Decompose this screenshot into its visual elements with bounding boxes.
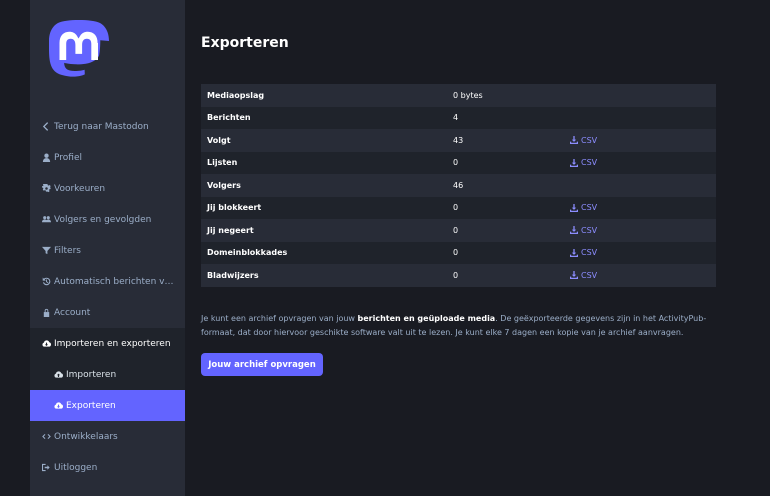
cloud-download-icon xyxy=(53,401,63,411)
sidebar-item-label: Uitloggen xyxy=(54,462,98,473)
sidebar-item-label: Importeren en exporteren xyxy=(54,338,171,349)
table-row: Volgers 46 xyxy=(201,174,716,197)
sidebar-item-label: Exporteren xyxy=(66,400,116,411)
sidebar-item-import[interactable]: Importeren xyxy=(30,359,185,390)
user-icon xyxy=(41,153,51,163)
row-value: 0 bytes xyxy=(453,90,483,100)
download-icon xyxy=(570,226,578,235)
sidebar-item-logout[interactable]: Uitloggen xyxy=(30,452,185,483)
table-row: Berichten 4 xyxy=(201,106,716,129)
row-label: Lijsten xyxy=(207,158,238,168)
row-label: Domeinblokkades xyxy=(207,248,288,258)
sidebar-item-preferences[interactable]: Voorkeuren xyxy=(30,173,185,204)
table-row: Lijsten 0 CSV xyxy=(201,151,716,174)
row-value: 0 xyxy=(453,270,459,280)
users-icon xyxy=(41,215,51,225)
sidebar-item-back[interactable]: Terug naar Mastodon xyxy=(30,111,185,142)
sidebar-item-label: Account xyxy=(54,307,91,318)
sidebar-item-label: Automatisch berichten verwijderen xyxy=(54,276,185,287)
lock-icon xyxy=(41,308,51,318)
download-icon xyxy=(570,158,578,167)
history-icon xyxy=(41,277,51,287)
csv-label: CSV xyxy=(581,135,598,145)
row-value: 0 xyxy=(453,248,459,258)
table-row: Mediaopslag 0 bytes xyxy=(201,84,716,107)
table-row: Domeinblokkades 0 CSV xyxy=(201,241,716,264)
cloud-upload-icon xyxy=(53,370,63,380)
row-label: Bladwijzers xyxy=(207,270,259,280)
info-text-pre: Je kunt een archief opvragen van jouw xyxy=(201,314,358,323)
csv-download-link[interactable]: CSV xyxy=(570,226,597,235)
sidebar-item-label: Importeren xyxy=(66,369,117,380)
sidebar-item-label: Terug naar Mastodon xyxy=(54,121,149,132)
export-table: Mediaopslag 0 bytes Berichten 4 Volgt 43… xyxy=(201,84,716,287)
code-icon xyxy=(41,432,51,442)
sidebar-item-label: Filters xyxy=(54,245,81,256)
row-value: 46 xyxy=(453,180,464,190)
page-margin xyxy=(0,0,30,496)
row-label: Jij negeert xyxy=(207,225,254,235)
row-value: 0 xyxy=(453,225,459,235)
csv-label: CSV xyxy=(581,248,598,258)
request-archive-button[interactable]: Jouw archief opvragen xyxy=(201,353,323,376)
download-icon xyxy=(570,271,578,280)
csv-label: CSV xyxy=(581,225,598,235)
sign-out-icon xyxy=(41,463,51,473)
sidebar-item-profile[interactable]: Profiel xyxy=(30,142,185,173)
row-value: 4 xyxy=(453,113,459,123)
sidebar-item-import-export[interactable]: Importeren en exporteren xyxy=(30,328,185,359)
sidebar-item-export[interactable]: Exporteren xyxy=(30,390,185,421)
row-value: 43 xyxy=(453,135,464,145)
csv-download-link[interactable]: CSV xyxy=(570,271,597,280)
csv-download-link[interactable]: CSV xyxy=(570,158,597,167)
row-label: Berichten xyxy=(207,113,251,123)
row-label: Jij blokkeert xyxy=(207,203,262,213)
sidebar-item-label: Voorkeuren xyxy=(54,183,106,194)
csv-label: CSV xyxy=(581,158,598,168)
chevron-left-icon xyxy=(41,122,51,132)
sidebar-item-account[interactable]: Account xyxy=(30,297,185,328)
csv-download-link[interactable]: CSV xyxy=(570,136,597,145)
sidebar-item-filters[interactable]: Filters xyxy=(30,235,185,266)
filter-icon xyxy=(41,246,51,256)
csv-download-link[interactable]: CSV xyxy=(570,248,597,257)
info-text-strong: berichten en geüploade media xyxy=(357,314,496,323)
row-value: 0 xyxy=(453,158,459,168)
row-label: Volgt xyxy=(207,135,231,145)
export-info-text: Je kunt een archief opvragen van jouw be… xyxy=(201,312,721,340)
csv-label: CSV xyxy=(581,203,598,213)
gear-icon xyxy=(41,184,51,194)
csv-download-link[interactable]: CSV xyxy=(570,203,597,212)
download-icon xyxy=(570,248,578,257)
table-row: Volgt 43 CSV xyxy=(201,129,716,152)
table-row: Jij negeert 0 CSV xyxy=(201,219,716,242)
row-label: Mediaopslag xyxy=(207,90,265,100)
table-row: Bladwijzers 0 CSV xyxy=(201,264,716,287)
row-label: Volgers xyxy=(207,180,241,190)
mastodon-logo[interactable] xyxy=(47,20,111,86)
download-icon xyxy=(570,136,578,145)
page-title: Exporteren xyxy=(201,35,289,51)
sidebar-item-developers[interactable]: Ontwikkelaars xyxy=(30,421,185,452)
sidebar-item-label: Profiel xyxy=(54,152,82,163)
sidebar-item-relationships[interactable]: Volgers en gevolgden xyxy=(30,204,185,235)
sidebar-item-label: Volgers en gevolgden xyxy=(54,214,152,225)
cloud-download-icon xyxy=(41,339,51,349)
sidebar-item-auto-delete[interactable]: Automatisch berichten verwijderen xyxy=(30,266,185,297)
table-row: Jij blokkeert 0 CSV xyxy=(201,196,716,219)
csv-label: CSV xyxy=(581,270,598,280)
download-icon xyxy=(570,203,578,212)
sidebar-item-label: Ontwikkelaars xyxy=(54,431,118,442)
row-value: 0 xyxy=(453,203,459,213)
